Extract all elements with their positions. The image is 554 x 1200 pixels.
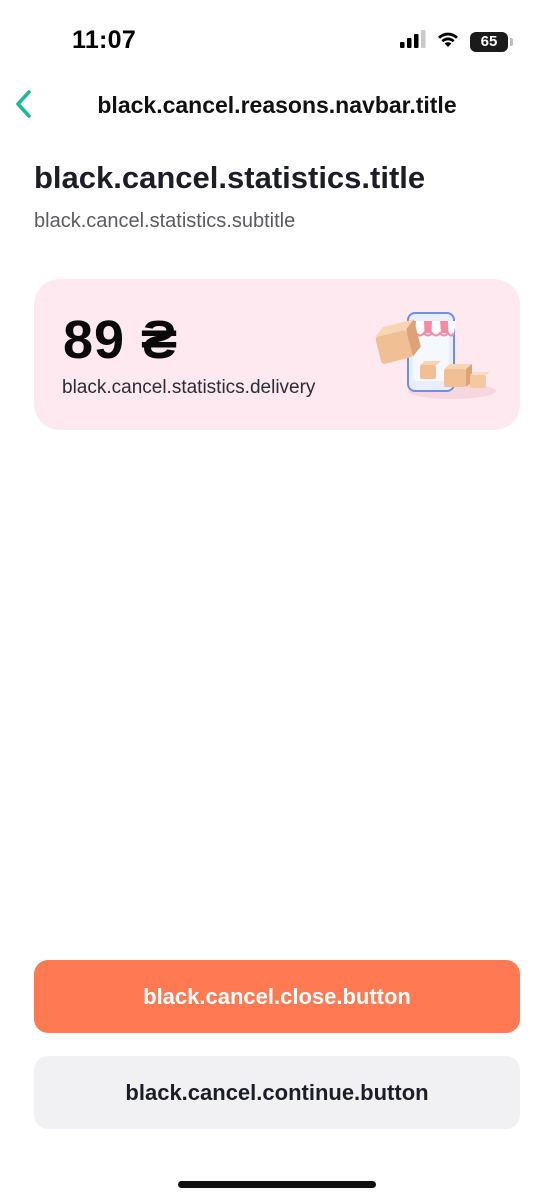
wifi-icon bbox=[436, 30, 460, 53]
back-button[interactable] bbox=[6, 88, 42, 124]
stat-value: 89 ₴ bbox=[63, 310, 179, 370]
home-indicator bbox=[178, 1181, 376, 1188]
navbar: black.cancel.reasons.navbar.title bbox=[0, 80, 554, 134]
close-subscription-button[interactable]: black.cancel.close.button bbox=[34, 960, 520, 1033]
battery-level: 65 bbox=[480, 33, 498, 50]
page-subtitle: black.cancel.statistics.subtitle bbox=[34, 210, 296, 232]
delivery-boxes-phone-illustration bbox=[372, 307, 498, 403]
cellular-signal-icon bbox=[400, 30, 426, 53]
page-title: black.cancel.statistics.title bbox=[34, 160, 426, 195]
navbar-title: black.cancel.reasons.navbar.title bbox=[97, 92, 457, 118]
continue-subscription-button[interactable]: black.cancel.continue.button bbox=[34, 1056, 520, 1129]
chevron-left-icon bbox=[14, 89, 34, 124]
status-time: 11:07 bbox=[72, 26, 137, 54]
status-bar: 11:07 65 bbox=[0, 0, 554, 80]
status-icons: 65 bbox=[400, 30, 513, 53]
stat-label: black.cancel.statistics.delivery bbox=[62, 377, 316, 398]
battery-icon: 65 bbox=[470, 31, 513, 52]
delivery-stat-card: 89 ₴ black.cancel.statistics.delivery bbox=[34, 279, 520, 430]
